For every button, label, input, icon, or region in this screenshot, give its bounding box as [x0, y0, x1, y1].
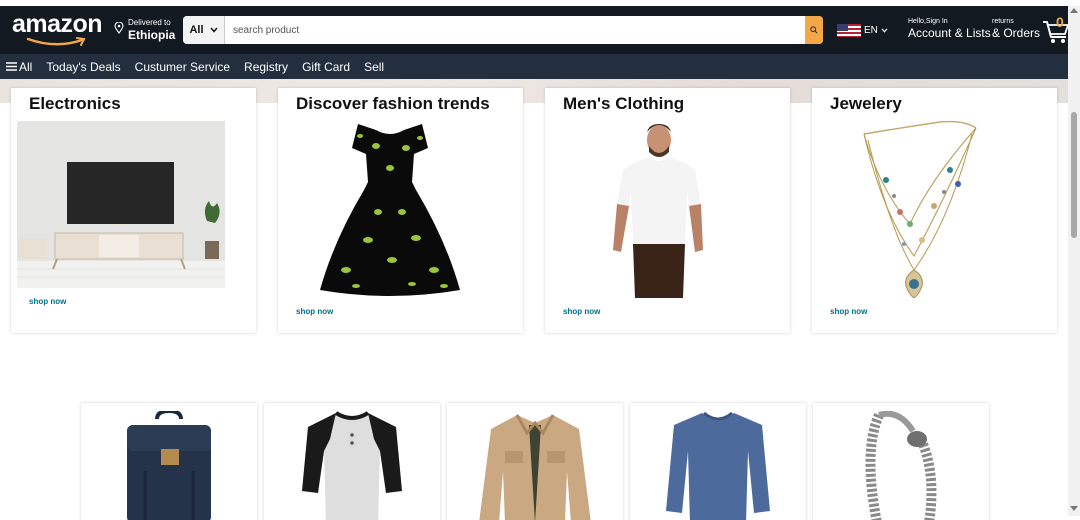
- deliver-location: Ethiopia: [128, 28, 176, 42]
- returns-orders[interactable]: returns & Orders: [992, 18, 1040, 40]
- bracelet-image: [865, 411, 937, 520]
- cart-button[interactable]: 0: [1042, 14, 1070, 46]
- chevron-down-icon: [881, 27, 888, 33]
- category-card-mens-clothing[interactable]: Men's Clothing shop now: [545, 88, 790, 333]
- account-greeting: Hello,Sign In: [908, 18, 948, 25]
- card-title: Discover fashion trends: [296, 94, 490, 113]
- us-flag-icon: [837, 23, 861, 37]
- scroll-up-arrow-icon[interactable]: [1070, 8, 1078, 13]
- amazon-logo[interactable]: amazon: [12, 10, 104, 50]
- top-header: amazon Delivered to Ethiopia All search …: [0, 6, 1070, 54]
- shop-now-link[interactable]: shop now: [296, 307, 333, 316]
- search-bar: All: [183, 16, 823, 44]
- jacket-image: [479, 414, 591, 520]
- raglan-shirt-image: [302, 411, 402, 520]
- category-card-fashion[interactable]: Discover fashion trends shop now: [278, 88, 523, 333]
- chevron-down-icon: [209, 27, 218, 33]
- nav-customer-service[interactable]: Custumer Service: [135, 60, 230, 74]
- nav-registry[interactable]: Registry: [244, 60, 288, 74]
- account-label: Account & Lists: [908, 26, 991, 40]
- necklace-image: [863, 120, 977, 298]
- man-tshirt-image: [613, 124, 703, 298]
- tv-stand-image: [17, 121, 225, 288]
- nav-all[interactable]: All: [6, 60, 32, 74]
- hamburger-menu-icon: [6, 62, 17, 71]
- logo-text: amazon: [12, 10, 103, 38]
- product-card-bracelet[interactable]: [813, 403, 989, 520]
- location-pin-icon: [114, 22, 124, 34]
- shop-now-link[interactable]: shop now: [830, 307, 867, 316]
- card-title: Electronics: [29, 94, 121, 113]
- returns-label: returns: [992, 18, 1014, 25]
- card-title: Jewelery: [830, 94, 902, 113]
- card-title: Men's Clothing: [563, 94, 685, 113]
- category-card-electronics[interactable]: Electronics shop now: [11, 88, 256, 333]
- product-card-backpack[interactable]: [81, 403, 257, 520]
- search-input[interactable]: [225, 16, 805, 44]
- scroll-down-arrow-icon[interactable]: [1070, 506, 1078, 511]
- search-category-label: All: [189, 24, 204, 36]
- shop-now-link[interactable]: shop now: [563, 307, 600, 316]
- sub-navigation: All Today's Deals Custumer Service Regis…: [0, 54, 1068, 79]
- product-card-blue-shirt[interactable]: [630, 403, 806, 520]
- product-card-raglan-shirt[interactable]: [264, 403, 440, 520]
- smile-arrow-icon: [26, 37, 86, 46]
- deliver-label: Delivered to: [128, 18, 171, 27]
- backpack-image: [127, 411, 211, 520]
- scrollbar-thumb[interactable]: [1071, 112, 1077, 238]
- dress-image: [320, 124, 460, 296]
- language-selector[interactable]: EN: [837, 23, 888, 37]
- deliver-to[interactable]: Delivered to Ethiopia: [114, 18, 178, 46]
- account-lists[interactable]: Hello,Sign In Account & Lists: [908, 18, 991, 40]
- product-card-jacket[interactable]: [447, 403, 623, 520]
- nav-all-label: All: [19, 59, 33, 74]
- language-label: EN: [864, 24, 878, 36]
- search-button[interactable]: [805, 16, 823, 44]
- orders-label: & Orders: [992, 26, 1041, 40]
- blue-shirt-image: [666, 411, 770, 520]
- search-category-select[interactable]: All: [183, 16, 225, 44]
- search-icon: [810, 26, 818, 34]
- nav-todays-deals[interactable]: Today's Deals: [46, 60, 120, 74]
- page-scrollbar[interactable]: [1068, 6, 1080, 516]
- cart-count: 0: [1056, 14, 1064, 30]
- shop-now-link[interactable]: shop now: [29, 297, 66, 306]
- main-content: Electronics shop now Discover fashion tr…: [0, 79, 1068, 520]
- nav-gift-card[interactable]: Gift Card: [302, 60, 350, 74]
- category-card-jewelery[interactable]: Jewelery shop now: [812, 88, 1057, 333]
- nav-sell[interactable]: Sell: [364, 60, 384, 74]
